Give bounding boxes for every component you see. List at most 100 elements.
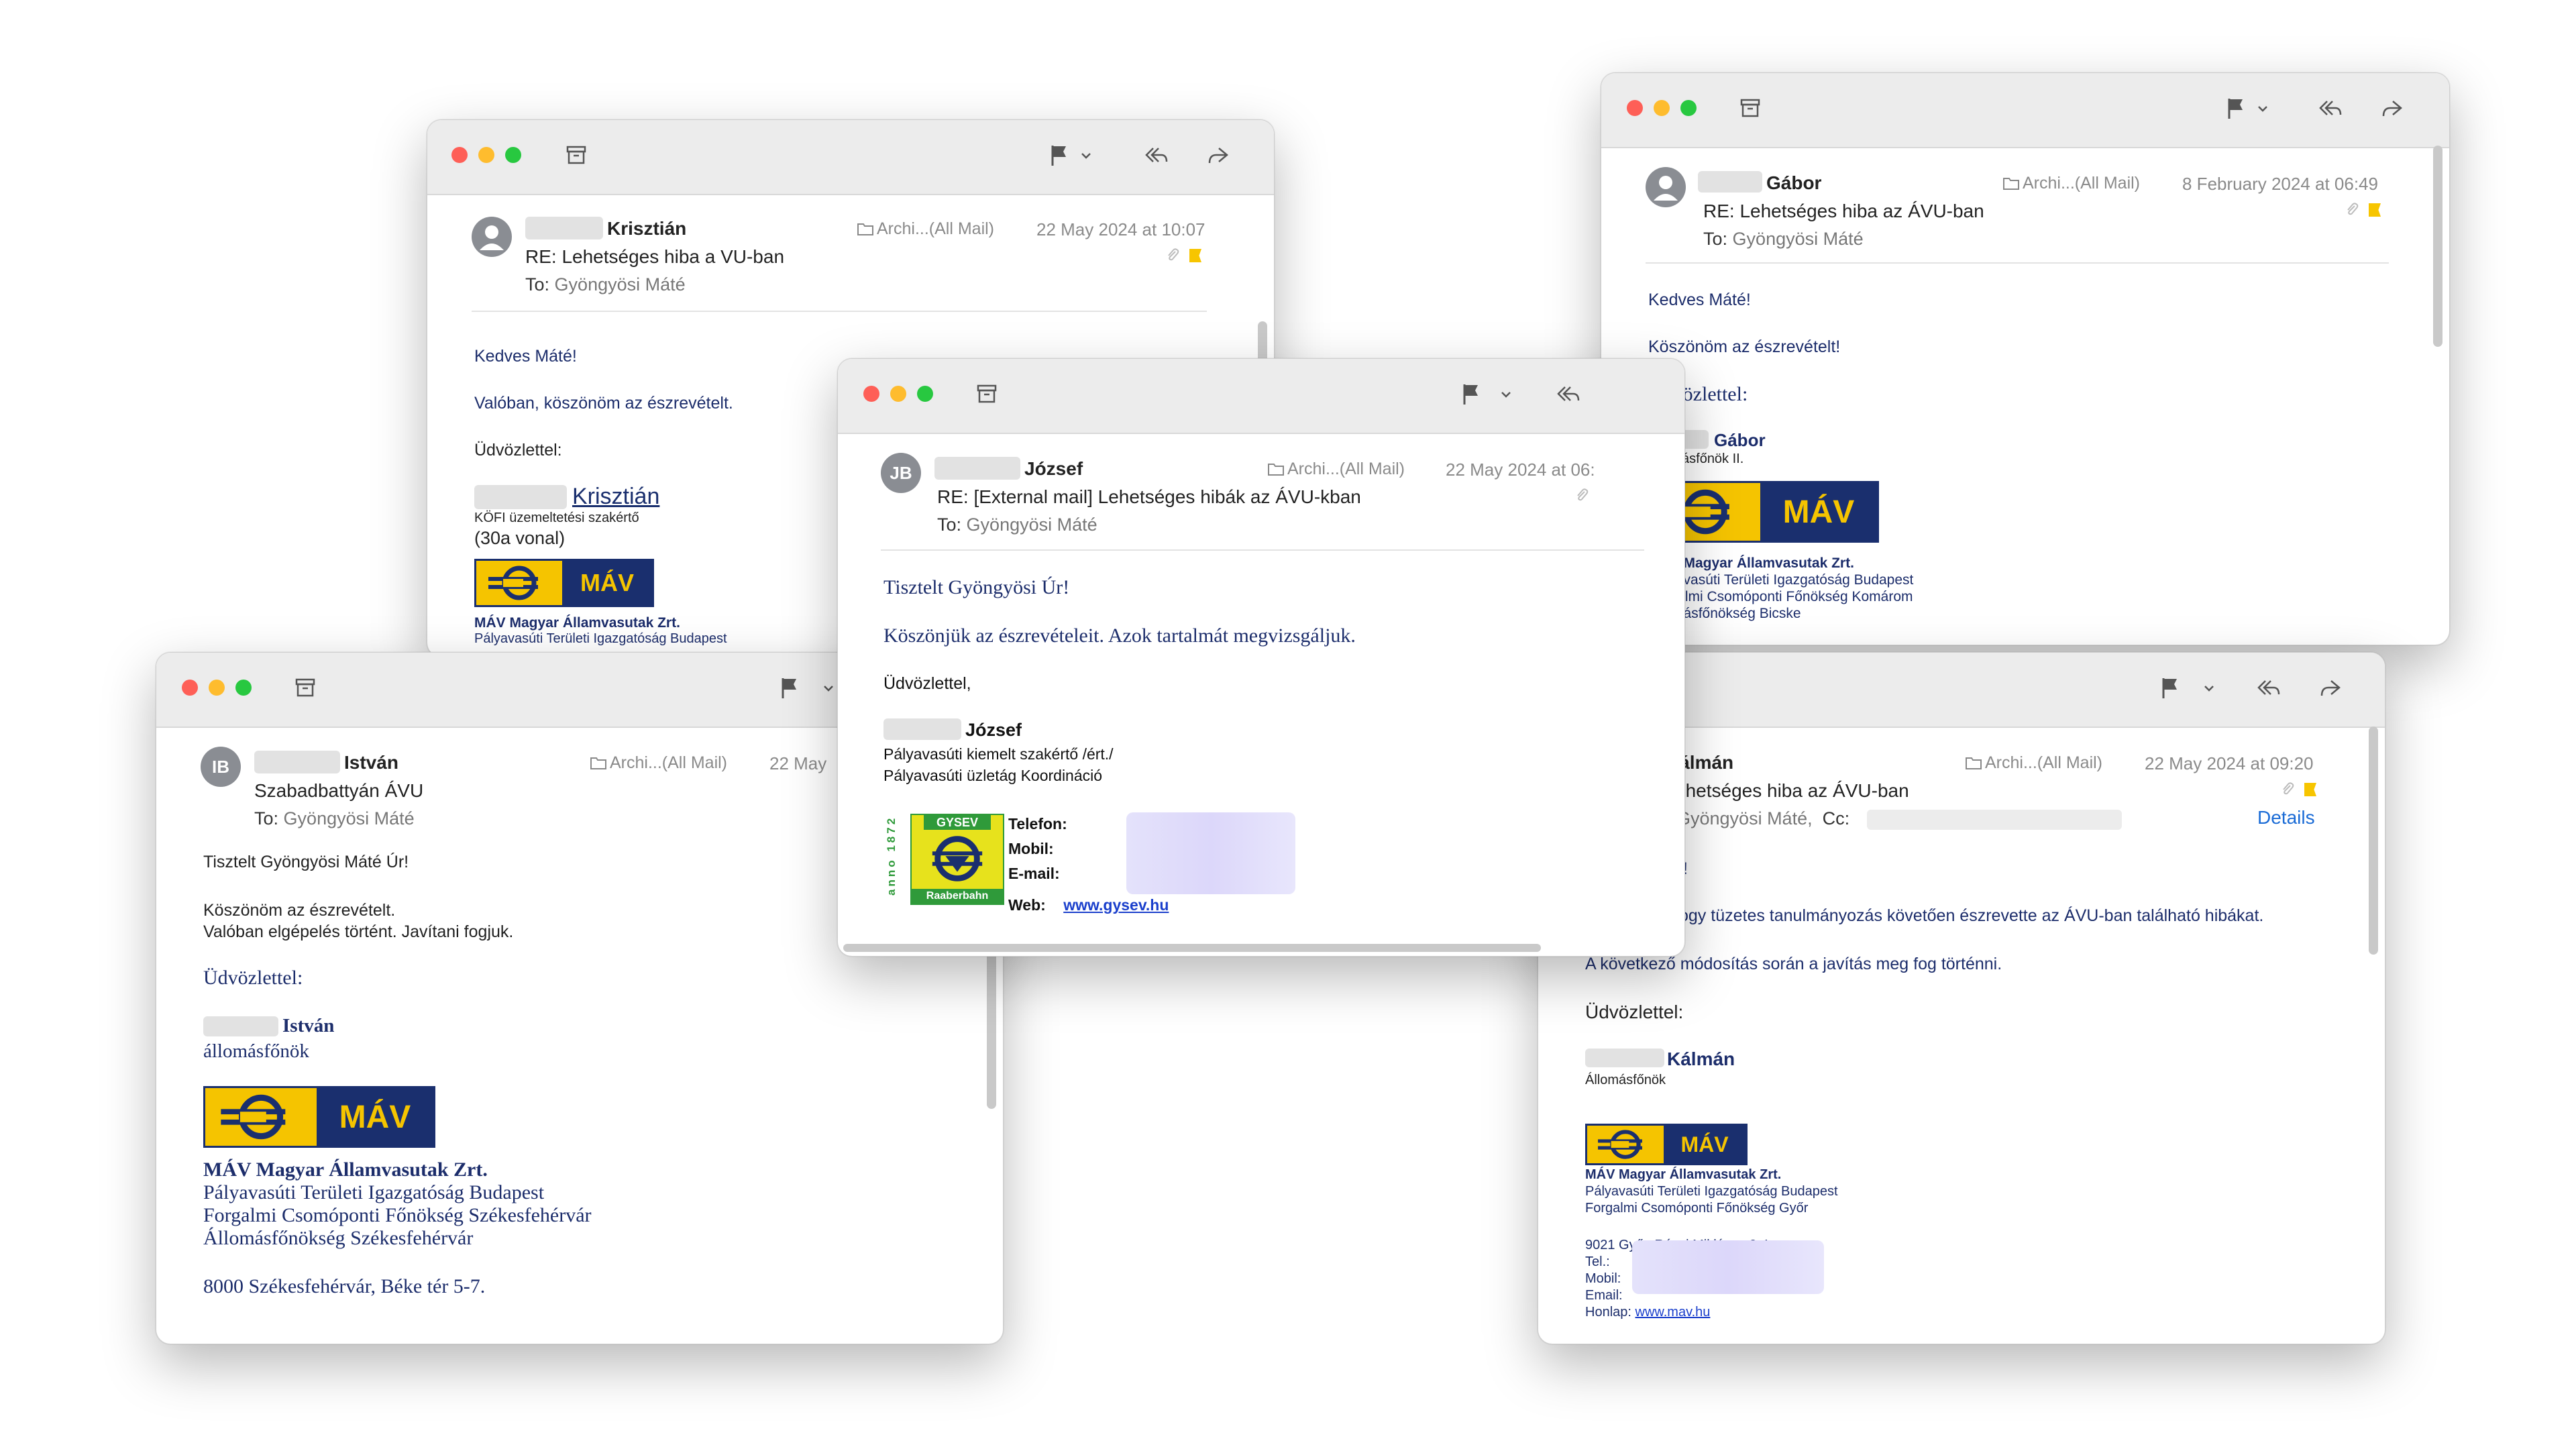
close-button[interactable] <box>863 386 879 402</box>
zoom-button[interactable] <box>235 680 252 696</box>
header-separator <box>881 549 1644 551</box>
subject: Szabadbattyán ÁVU <box>254 780 424 801</box>
body-line: Valóban, köszönöm az észrevételt. <box>474 394 733 413</box>
forward-icon[interactable] <box>2377 93 2406 123</box>
details-link[interactable]: Details <box>2257 807 2315 828</box>
gysev-logo: anno 1872 GYSEV Raaberbahn <box>883 808 1004 905</box>
website-link[interactable]: www.mav.hu <box>1635 1305 1711 1320</box>
archive-icon[interactable] <box>1735 93 1765 123</box>
archive-icon[interactable] <box>972 379 1002 409</box>
reply-all-icon[interactable] <box>1141 140 1171 170</box>
mav-logo: MÁV <box>474 559 654 607</box>
close-button[interactable] <box>451 147 468 163</box>
flag-icon[interactable] <box>2221 93 2251 123</box>
message-header: Krisztián RE: Lehetséges hiba a VU-ban T… <box>427 194 1274 320</box>
chevron-down-icon[interactable] <box>2255 93 2271 123</box>
paperclip-icon <box>2345 201 2359 218</box>
scrollbar[interactable] <box>987 948 996 1109</box>
reply-all-icon[interactable] <box>2315 93 2345 123</box>
scrollbar[interactable] <box>2369 727 2378 955</box>
to-line: To: Gyöngyösi Máté <box>254 808 415 828</box>
signature-name: József <box>965 720 1022 740</box>
minimize-button[interactable] <box>1654 100 1670 116</box>
signature-dept: Pályavasúti Területi Igazgatóság Budapes… <box>1585 1184 1838 1199</box>
signature-title: KÖFI üzemeltetési szakértő <box>474 511 639 525</box>
closing: Üdvözlettel, <box>883 674 971 693</box>
body-line: Kedves Máté! <box>474 347 577 366</box>
folder-label[interactable]: Archi...(All Mail) <box>1965 753 2102 773</box>
zoom-button[interactable] <box>505 147 521 163</box>
sender-name: István <box>344 752 398 773</box>
signature-title: Állomásfőnök <box>1585 1073 1666 1087</box>
chevron-down-icon[interactable] <box>2201 673 2217 702</box>
chevron-down-icon[interactable] <box>1498 379 1514 409</box>
date: 8 February 2024 at 06:49 <box>2182 174 2378 194</box>
zoom-button[interactable] <box>1680 100 1697 116</box>
body-line: Kedves Máté! <box>1648 290 1751 309</box>
website-link[interactable]: www.gysev.hu <box>1063 896 1169 914</box>
archive-icon[interactable] <box>561 140 591 170</box>
signature-company: MÁV Magyar Államvasutak Zrt. <box>1585 1167 1782 1182</box>
message-header: Gábor RE: Lehetséges hiba az ÁVU-ban To:… <box>1601 147 2449 273</box>
signature-dept: Állomásfőnökség Bicske <box>1648 606 1801 621</box>
flag-badge-icon <box>2369 203 2381 217</box>
signature-dept: Pályavasúti Területi Igazgatóság Budapes… <box>474 631 727 646</box>
signature-name: Krisztián <box>572 484 660 509</box>
redacted-cc <box>1867 810 2122 830</box>
reply-all-icon[interactable] <box>1553 379 1582 409</box>
closing: Üdvözlettel: <box>203 967 303 989</box>
signature-line: (30a vonal) <box>474 528 566 548</box>
close-button[interactable] <box>182 680 198 696</box>
mav-logo: MÁV <box>1585 1124 1748 1165</box>
message-body: Kedves Máté! Köszönöm az észrevételt! Üd… <box>1648 281 2386 643</box>
flag-icon[interactable] <box>1044 140 1074 170</box>
chevron-down-icon[interactable] <box>1078 140 1094 170</box>
minimize-button[interactable] <box>478 147 494 163</box>
chevron-down-icon[interactable] <box>820 673 837 702</box>
signature-name: István <box>282 1015 335 1036</box>
message-header: JB József RE: [External mail] Lehetséges… <box>838 433 1684 559</box>
signature-name: Gábor <box>1714 430 1766 450</box>
titlebar <box>838 359 1684 434</box>
forward-icon[interactable] <box>2315 673 2345 702</box>
minimize-button[interactable] <box>890 386 906 402</box>
flag-icon[interactable] <box>775 673 804 702</box>
body-line: Köszönöm az észrevételt. <box>203 901 396 920</box>
scrollbar[interactable] <box>2433 146 2443 347</box>
signature-company: MÁV Magyar Államvasutak Zrt. <box>474 615 680 631</box>
zoom-button[interactable] <box>917 386 933 402</box>
archive-icon[interactable] <box>290 673 320 702</box>
horizontal-scrollbar[interactable] <box>843 944 1541 952</box>
redacted-surname <box>525 217 603 239</box>
body-line: Üdvözlettel: <box>474 441 562 460</box>
signature-company: MÁV Magyar Államvasutak Zrt. <box>1648 555 1854 571</box>
reply-all-icon[interactable] <box>2253 673 2283 702</box>
flag-icon[interactable] <box>2155 673 2185 702</box>
body-line: A következő módosítás során a javítás me… <box>1585 955 2002 973</box>
signature-block: MÁV Magyar Államvasutak Zrt. Pályavasúti… <box>203 1159 592 1298</box>
signature-dept: Forgalmi Csomóponti Főnökség Székesfehér… <box>203 1204 592 1226</box>
date: 22 May <box>769 753 827 773</box>
signature-address: 8000 Székesfehérvár, Béke tér 5-7. <box>203 1275 486 1297</box>
minimize-button[interactable] <box>209 680 225 696</box>
paperclip-icon <box>1574 486 1589 504</box>
mav-logo: MÁV <box>203 1086 435 1148</box>
folder-icon <box>590 757 606 769</box>
to-line: To: Gyöngyösi Máté <box>937 515 1097 535</box>
folder-label[interactable]: Archi...(All Mail) <box>857 219 994 239</box>
closing: Üdvözlettel: <box>1585 1002 1684 1022</box>
contact-honlap: Honlap: www.mav.hu <box>1585 1305 1711 1320</box>
folder-icon <box>2003 178 2019 190</box>
to-line: To: Gyöngyösi Máté <box>525 274 686 294</box>
folder-label[interactable]: Archi...(All Mail) <box>2002 174 2140 193</box>
folder-label[interactable]: Archi...(All Mail) <box>590 753 727 773</box>
message-body: ! ogy tüzetes tanulmányozás követően ész… <box>1585 853 2337 1336</box>
redacted-surname <box>203 1016 278 1036</box>
flag-icon[interactable] <box>1456 379 1486 409</box>
titlebar <box>427 120 1274 195</box>
forward-icon[interactable] <box>1203 140 1232 170</box>
avatar: JB <box>881 453 921 493</box>
folder-label[interactable]: Archi...(All Mail) <box>1267 460 1405 479</box>
close-button[interactable] <box>1627 100 1643 116</box>
message-body: Tisztelt Gyöngyösi Úr! Köszönjük az észr… <box>883 567 1655 943</box>
